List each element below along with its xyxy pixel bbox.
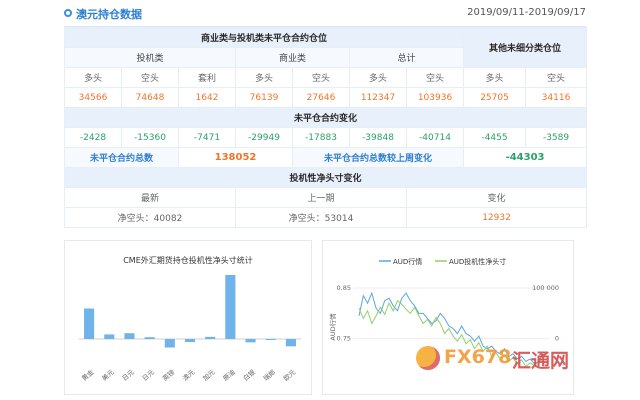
position-cell: 25705 <box>463 87 527 108</box>
other-header: 其他未细分类仓位 <box>463 27 588 68</box>
fx678-logo-icon <box>416 346 440 370</box>
change-cell: -29949 <box>235 127 293 148</box>
change-header: 未平仓合约变化 <box>63 107 588 128</box>
net-header: 投机性净头寸变化 <box>63 167 588 188</box>
change-cell: -3589 <box>525 127 588 148</box>
date-range: 2019/09/11-2019/09/17 <box>467 7 586 18</box>
net-col-prev: 上一期 <box>235 187 407 208</box>
change-cell: -2428 <box>64 127 122 148</box>
col-label: 空头 <box>121 67 179 88</box>
y-axis-label: AUD行情 <box>328 313 337 341</box>
bar-tick-label: 黄金 <box>80 367 96 383</box>
bar-tick-label: 日元 <box>141 368 156 383</box>
col-label: 空头 <box>525 67 588 88</box>
change-cell: -15360 <box>121 127 179 148</box>
net-col-change: 变化 <box>405 187 588 208</box>
legend-label-net: AUD投机性净头寸 <box>449 257 506 266</box>
positions-row: 34566 74648 1642 76139 27646 112347 1039… <box>64 87 588 108</box>
bar-tick-label: 白银 <box>241 367 257 383</box>
total-header: 总计 <box>348 47 465 68</box>
bar-mark <box>144 337 155 339</box>
oi-total-value: 138052 <box>178 147 293 168</box>
col-label: 多头 <box>235 67 293 88</box>
comm-header: 商业类 <box>235 47 350 68</box>
legend-label-aud: AUD行情 <box>393 257 422 266</box>
net-prev-value: 净空头：53014 <box>235 207 407 228</box>
oi-weekly-label: 未平仓合约总数较上周变化 <box>291 147 465 168</box>
y-tick-left: 0.85 <box>337 284 351 292</box>
col-label: 空头 <box>292 67 350 88</box>
bar-mark <box>124 333 135 339</box>
bar-mark <box>184 339 196 343</box>
col-label: 套利 <box>178 67 236 88</box>
col-label: 多头 <box>463 67 527 88</box>
watermark-cn: 汇通网 <box>512 350 570 372</box>
bar-tick-label: 英镑 <box>160 367 176 383</box>
bar-mark <box>285 339 296 347</box>
bar-mark <box>164 339 175 348</box>
page-title: 澳元持仓数据 <box>76 8 142 21</box>
col-label: 多头 <box>64 67 122 88</box>
spec-header: 投机类 <box>64 47 236 68</box>
net-col-latest: 最新 <box>64 187 236 208</box>
change-cell: -7471 <box>178 127 236 148</box>
page-header: 澳元持仓数据 2019/09/11-2019/09/17 <box>0 0 640 28</box>
bar-mark <box>104 334 115 339</box>
position-cell: 1642 <box>178 87 236 108</box>
changes-row: -2428 -15360 -7471 -29949 -17883 -39848 … <box>64 127 588 148</box>
bar-tick-label: 美元 <box>100 367 116 383</box>
net-change-value: 12932 <box>405 207 588 228</box>
watermark-brand: FX678 <box>444 346 512 368</box>
group-header: 商业类与投机类未平仓合约仓位 <box>63 27 465 48</box>
position-cell: 112347 <box>349 87 407 108</box>
bar-tick-label: 加元 <box>201 367 217 383</box>
positions-table: 商业类与投机类未平仓合约仓位 其他未细分类仓位 投机类 商业类 总计 多头 空头… <box>63 27 588 228</box>
column-labels-row: 多头 空头 套利 多头 空头 多头 空头 多头 空头 <box>64 67 588 88</box>
bar-tick-label: 日元 <box>121 368 136 383</box>
position-cell: 74648 <box>121 87 179 108</box>
bar-tick-label: 瑞郎 <box>261 367 277 383</box>
net-latest-value: 净空头：40082 <box>64 207 236 228</box>
y-tick-left: 0.75 <box>337 335 351 343</box>
bar-chart: 黄金 美元 日元 日元 英镑 澳元 加元 原油 白银 瑞郎 欧元 <box>79 275 301 383</box>
position-cell: 34116 <box>525 87 588 108</box>
y-tick-right: 0 <box>555 335 559 343</box>
bar-tick-label: 欧元 <box>281 367 297 383</box>
bar-mark <box>245 339 256 343</box>
oi-weekly-value: -44303 <box>463 147 588 168</box>
bar-mark <box>84 308 95 339</box>
change-cell: -39848 <box>349 127 407 148</box>
bar-tick-label: 澳元 <box>181 367 197 383</box>
col-label: 多头 <box>349 67 407 88</box>
circle-icon <box>64 9 72 17</box>
bar-tick-label: 原油 <box>221 367 237 382</box>
change-cell: -40714 <box>405 127 465 148</box>
position-cell: 27646 <box>292 87 350 108</box>
position-cell: 103936 <box>405 87 465 108</box>
col-label: 空头 <box>405 67 465 88</box>
open-interest-row: 未平仓合约总数 138052 未平仓合约总数较上周变化 -44303 <box>64 147 588 168</box>
oi-total-label: 未平仓合约总数 <box>64 147 179 168</box>
net-values-row: 净空头：40082 净空头：53014 12932 <box>64 207 588 228</box>
change-cell: -17883 <box>292 127 350 148</box>
position-cell: 76139 <box>235 87 293 108</box>
bar-mark <box>265 339 276 340</box>
y-tick-right: 100 000 <box>532 284 559 292</box>
bar-mark <box>225 275 236 339</box>
net-cols-row: 最新 上一期 变化 <box>64 187 588 208</box>
bar-chart-card: CME外汇期货持仓投机性净头寸统计 黄金 美元 日元 日元 英镑 澳元 加元 原油 白银 瑞郎 欧元 <box>64 240 312 395</box>
position-cell: 34566 <box>64 87 122 108</box>
bar-mark <box>205 336 216 339</box>
change-cell: -4455 <box>463 127 527 148</box>
